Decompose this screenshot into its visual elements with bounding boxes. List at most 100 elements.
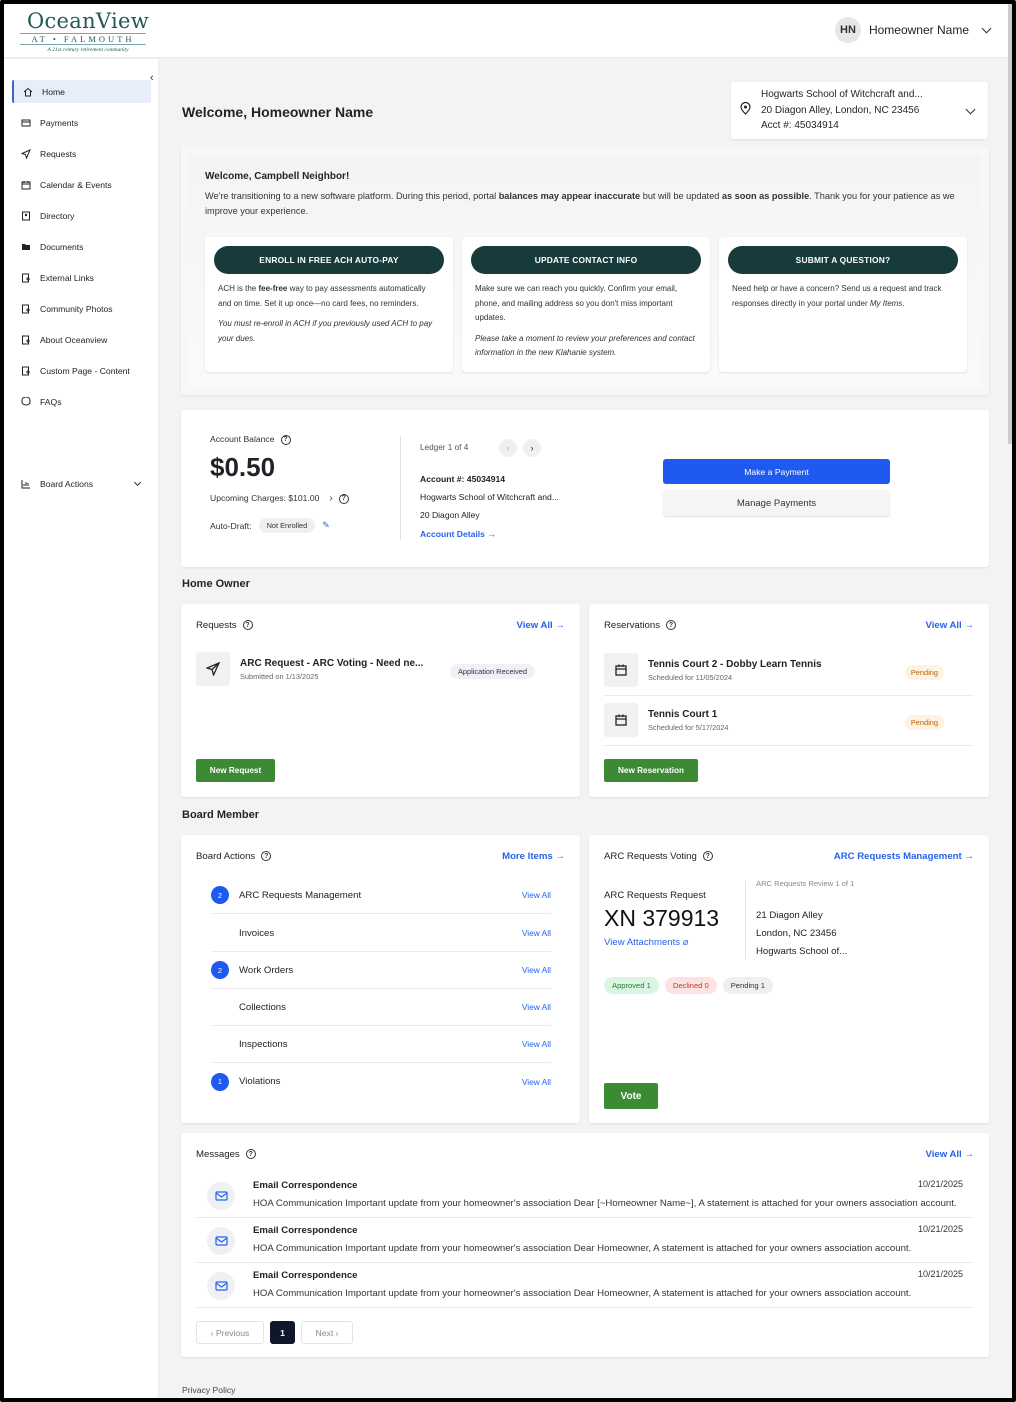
scrollbar[interactable] — [1008, 4, 1012, 444]
footer-provided-text: This site is provided by Olympic Managem… — [182, 1397, 501, 1402]
upcoming-charges[interactable]: Upcoming Charges: $101.00 ›? — [210, 493, 349, 504]
user-menu[interactable]: HN Homeowner Name — [834, 17, 992, 43]
ledger-account-address: 20 Diagon Alley — [420, 510, 480, 521]
edit-icon[interactable]: ✎ — [322, 520, 330, 531]
status-badge: Pending — [904, 665, 944, 680]
vote-tallies: Approved 1 Declined 0 Pending 1 — [604, 977, 773, 994]
notice-title: Welcome, Campbell Neighbor! — [205, 171, 350, 182]
more-items-label: More Items — [502, 851, 553, 862]
board-action-row[interactable]: 2 ARC Requests Management View All — [211, 877, 551, 914]
logo-subtitle: AT • FALMOUTH — [20, 33, 146, 45]
ledger-next-button[interactable]: › — [523, 439, 541, 457]
request-subtitle: Submitted on 1/13/2025 — [240, 671, 319, 681]
view-all-link[interactable]: View All — [522, 1077, 551, 1087]
help-icon[interactable]: ? — [338, 493, 349, 504]
card-icon — [21, 118, 31, 128]
sidebar-item-label: Board Actions — [40, 478, 94, 489]
list-item[interactable]: Tennis Court 1 Scheduled for 5/17/2024 P… — [604, 703, 974, 737]
sidebar: ‹ Home Payments Requests Calendar & Even… — [4, 59, 159, 1398]
sidebar-item-calendar[interactable]: Calendar & Events — [12, 173, 151, 196]
board-action-row[interactable]: 2 Work Orders View All — [211, 952, 551, 989]
balance-amount: $0.50 — [210, 452, 276, 482]
approved-badge: Approved 1 — [604, 977, 659, 994]
sidebar-item-directory[interactable]: Directory — [12, 204, 151, 227]
requests-view-all-link[interactable]: View All → — [516, 620, 565, 631]
messages-view-all-link[interactable]: View All → — [925, 1149, 974, 1160]
sidebar-item-custom-page[interactable]: Custom Page - Content — [12, 359, 151, 382]
view-all-link[interactable]: View All — [522, 1002, 551, 1012]
manage-payments-button[interactable]: Manage Payments — [663, 490, 890, 516]
message-item[interactable]: Email Correspondence HOA Communication I… — [196, 1263, 974, 1308]
view-all-link[interactable]: View All — [522, 928, 551, 938]
ach-text-a: ACH is the — [218, 284, 259, 293]
sidebar-item-label: Custom Page - Content — [40, 365, 130, 376]
new-request-button[interactable]: New Request — [196, 759, 275, 782]
message-item[interactable]: Email Correspondence HOA Communication I… — [196, 1218, 974, 1263]
account-details-link[interactable]: Account Details → — [420, 525, 559, 543]
sidebar-item-community-photos[interactable]: Community Photos — [12, 297, 151, 320]
link-icon — [21, 273, 31, 283]
board-member-heading: Board Member — [182, 809, 260, 821]
logo-tagline: A 21st century retirement community — [47, 47, 129, 53]
help-icon[interactable]: ? — [261, 851, 272, 862]
board-action-label: Violations — [239, 1076, 281, 1087]
divider — [604, 745, 974, 746]
help-icon[interactable]: ? — [702, 851, 713, 862]
send-icon — [196, 652, 230, 686]
notice-inner: Welcome, Campbell Neighbor! We're transi… — [189, 155, 981, 387]
view-attachments-link[interactable]: View Attachments ⌀ — [604, 937, 689, 948]
sidebar-item-documents[interactable]: Documents — [12, 235, 151, 258]
reservations-view-all-link[interactable]: View All → — [925, 620, 974, 631]
arc-address-line: 21 Diagon Alley — [756, 910, 823, 921]
notice-text-b: balances may appear inaccurate — [498, 191, 641, 201]
next-page-button[interactable]: Next › — [301, 1321, 353, 1344]
board-action-row[interactable]: Collections View All — [211, 989, 551, 1026]
board-action-row[interactable]: 1 Violations View All — [211, 1063, 551, 1100]
account-selector[interactable]: Hogwarts School of Witchcraft and... 20 … — [731, 82, 988, 139]
page-1-button[interactable]: 1 — [270, 1321, 295, 1344]
view-all-link[interactable]: View All — [522, 890, 551, 900]
vote-button[interactable]: Vote — [604, 1083, 658, 1109]
sidebar-item-about[interactable]: About Oceanview — [12, 328, 151, 351]
arc-voting-card: ARC Requests Voting? ARC Requests Manage… — [589, 835, 989, 1123]
balance-label: Account Balance — [210, 434, 275, 444]
sidebar-item-faqs[interactable]: FAQs — [12, 390, 151, 413]
message-item[interactable]: Email Correspondence HOA Communication I… — [196, 1173, 974, 1218]
submit-question-button[interactable]: SUBMIT A QUESTION? — [728, 246, 958, 274]
enroll-ach-button[interactable]: ENROLL IN FREE ACH AUTO-PAY — [214, 246, 444, 274]
arc-management-link[interactable]: ARC Requests Management → — [834, 851, 974, 862]
new-reservation-button[interactable]: New Reservation — [604, 759, 698, 782]
message-date: 10/21/2025 — [917, 1179, 963, 1189]
sidebar-item-board-actions[interactable]: Board Actions — [12, 472, 151, 495]
sidebar-item-requests[interactable]: Requests — [12, 142, 151, 165]
reservations-title-row: Reservations? — [604, 620, 676, 631]
sidebar-item-home[interactable]: Home — [12, 80, 151, 103]
declined-badge: Declined 0 — [664, 977, 717, 994]
help-icon[interactable]: ? — [280, 434, 291, 445]
view-all-link[interactable]: View All — [522, 965, 551, 975]
help-icon[interactable]: ? — [245, 1149, 256, 1160]
make-payment-button[interactable]: Make a Payment — [663, 459, 890, 484]
count-badge: 2 — [211, 961, 229, 979]
arc-address-line: London, NC 23456 — [756, 928, 837, 939]
previous-page-button[interactable]: ‹ Previous — [196, 1321, 264, 1344]
avatar: HN — [834, 17, 861, 43]
board-action-row[interactable]: Inspections View All — [211, 1026, 551, 1063]
list-item[interactable]: ARC Request - ARC Voting - Need ne... Su… — [196, 652, 565, 686]
sidebar-item-payments[interactable]: Payments — [12, 111, 151, 134]
ledger-prev-button[interactable]: ‹ — [499, 439, 517, 457]
list-item[interactable]: Tennis Court 2 - Dobby Learn Tennis Sche… — [604, 653, 974, 687]
notice-cards: ENROLL IN FREE ACH AUTO-PAY ACH is the f… — [205, 237, 967, 372]
privacy-policy-link[interactable]: Privacy Policy — [182, 1384, 500, 1396]
board-action-label: Work Orders — [239, 964, 294, 976]
folder-icon — [21, 242, 31, 252]
help-icon[interactable]: ? — [666, 620, 676, 631]
more-items-link[interactable]: More Items → — [502, 851, 565, 862]
oceanview-logo[interactable]: OceanView AT • FALMOUTH A 21st century r… — [18, 10, 158, 53]
help-icon[interactable]: ? — [242, 620, 253, 631]
chevron-down-icon — [981, 23, 992, 33]
board-action-row[interactable]: Invoices View All — [211, 915, 551, 952]
view-all-link[interactable]: View All — [522, 1039, 551, 1049]
sidebar-item-external-links[interactable]: External Links — [12, 266, 151, 289]
update-contact-button[interactable]: UPDATE CONTACT INFO — [471, 246, 701, 274]
